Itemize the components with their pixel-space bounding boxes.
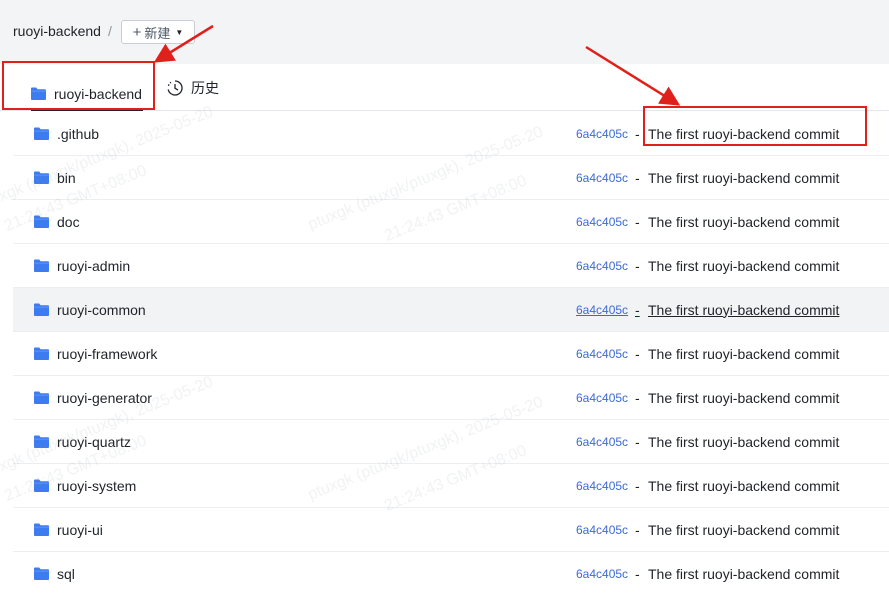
commit-message-link[interactable]: The first ruoyi-backend commit bbox=[648, 566, 839, 582]
folder-icon bbox=[34, 479, 49, 497]
caret-down-icon: ▼ bbox=[175, 27, 184, 37]
commit-message-link[interactable]: The first ruoyi-backend commit bbox=[648, 214, 839, 230]
commit-separator: - bbox=[635, 521, 640, 538]
commit-separator: - bbox=[635, 477, 640, 494]
commit-separator: - bbox=[635, 389, 640, 406]
commit-message-link[interactable]: The first ruoyi-backend commit bbox=[648, 522, 839, 538]
file-name-link[interactable]: doc bbox=[57, 214, 80, 230]
file-name-link[interactable]: ruoyi-admin bbox=[57, 258, 130, 274]
folder-icon bbox=[34, 127, 49, 145]
commit-separator: - bbox=[635, 433, 640, 450]
file-name-link[interactable]: sql bbox=[57, 566, 75, 582]
file-row[interactable]: ruoyi-common 6a4c405c - The first ruoyi-bac… bbox=[13, 288, 889, 332]
folder-icon bbox=[34, 303, 49, 321]
file-name-link[interactable]: ruoyi-common bbox=[57, 302, 146, 318]
file-row[interactable]: ruoyi-framework 6a4c405c - The first ruoyi-… bbox=[13, 332, 889, 376]
commit-hash-link[interactable]: 6a4c405c bbox=[576, 567, 628, 581]
folder-icon bbox=[31, 87, 46, 100]
commit-separator: - bbox=[635, 257, 640, 274]
file-name-link[interactable]: ruoyi-framework bbox=[57, 346, 157, 362]
file-name-link[interactable]: bin bbox=[57, 170, 76, 186]
commit-hash-link[interactable]: 6a4c405c bbox=[576, 127, 628, 141]
commit-message-link[interactable]: The first ruoyi-backend commit bbox=[648, 478, 839, 494]
commit-separator: - bbox=[635, 345, 640, 362]
active-tab-indicator bbox=[31, 109, 143, 111]
commit-hash-link[interactable]: 6a4c405c bbox=[576, 259, 628, 273]
file-row[interactable]: doc 6a4c405c - The first ruoyi-backend comm… bbox=[13, 200, 889, 244]
commit-hash-link[interactable]: 6a4c405c bbox=[576, 523, 628, 537]
file-name-link[interactable]: ruoyi-generator bbox=[57, 390, 152, 406]
folder-icon bbox=[34, 567, 49, 585]
tab-history-label: 历史 bbox=[191, 80, 219, 96]
folder-icon bbox=[34, 215, 49, 233]
file-name-link[interactable]: .github bbox=[57, 126, 99, 142]
commit-hash-link[interactable]: 6a4c405c bbox=[576, 435, 628, 449]
breadcrumb-repo-name[interactable]: ruoyi-backend bbox=[13, 23, 101, 39]
commit-separator: - bbox=[635, 301, 640, 318]
commit-message-link[interactable]: The first ruoyi-backend commit bbox=[648, 434, 839, 450]
new-button-label: 新建 bbox=[144, 25, 171, 41]
file-row[interactable]: ruoyi-ui 6a4c405c - The first ruoyi-backend… bbox=[13, 508, 889, 552]
history-clock-icon bbox=[167, 80, 183, 96]
file-row[interactable]: bin 6a4c405c - The first ruoyi-backend comm… bbox=[13, 156, 889, 200]
file-browser-panel: ruoyi-backend 历史 .github 6a4c405c - The fir… bbox=[0, 64, 889, 595]
tab-history[interactable]: 历史 bbox=[166, 76, 219, 100]
file-list: .github 6a4c405c - The first ruoyi-backend … bbox=[13, 112, 889, 595]
breadcrumb-separator: / bbox=[108, 23, 112, 39]
file-row[interactable]: ruoyi-system 6a4c405c - The first ruoyi-bac… bbox=[13, 464, 889, 508]
commit-message-link[interactable]: The first ruoyi-backend commit bbox=[648, 302, 839, 318]
top-bar: ruoyi-backend / + 新建 ▼ bbox=[0, 0, 889, 64]
file-row[interactable]: ruoyi-admin 6a4c405c - The first ruoyi-back… bbox=[13, 244, 889, 288]
commit-message-link[interactable]: The first ruoyi-backend commit bbox=[648, 390, 839, 406]
file-row[interactable]: ruoyi-quartz 6a4c405c - The first ruoyi-bac… bbox=[13, 420, 889, 464]
file-row[interactable]: .github 6a4c405c - The first ruoyi-backend … bbox=[13, 112, 889, 156]
folder-icon bbox=[34, 523, 49, 541]
commit-message-link[interactable]: The first ruoyi-backend commit bbox=[648, 346, 839, 362]
commit-message-link[interactable]: The first ruoyi-backend commit bbox=[648, 170, 839, 186]
commit-hash-link[interactable]: 6a4c405c bbox=[576, 171, 628, 185]
tab-files-label: ruoyi-backend bbox=[54, 85, 142, 102]
plus-icon: + bbox=[132, 23, 142, 41]
tab-bar: ruoyi-backend 历史 bbox=[0, 64, 889, 111]
commit-hash-link[interactable]: 6a4c405c bbox=[576, 303, 628, 317]
folder-icon bbox=[34, 391, 49, 409]
file-name-link[interactable]: ruoyi-ui bbox=[57, 522, 103, 538]
folder-icon bbox=[34, 171, 49, 189]
file-name-link[interactable]: ruoyi-system bbox=[57, 478, 136, 494]
commit-separator: - bbox=[635, 565, 640, 582]
tab-files[interactable]: ruoyi-backend bbox=[31, 76, 142, 111]
file-row[interactable]: ruoyi-generator 6a4c405c - The first ruoyi-… bbox=[13, 376, 889, 420]
commit-separator: - bbox=[635, 125, 640, 142]
file-name-link[interactable]: ruoyi-quartz bbox=[57, 434, 131, 450]
commit-separator: - bbox=[635, 169, 640, 186]
file-row[interactable]: sql 6a4c405c - The first ruoyi-backend comm… bbox=[13, 552, 889, 595]
folder-icon bbox=[34, 435, 49, 453]
commit-separator: - bbox=[635, 213, 640, 230]
commit-hash-link[interactable]: 6a4c405c bbox=[576, 215, 628, 229]
commit-hash-link[interactable]: 6a4c405c bbox=[576, 347, 628, 361]
commit-hash-link[interactable]: 6a4c405c bbox=[576, 479, 628, 493]
commit-hash-link[interactable]: 6a4c405c bbox=[576, 391, 628, 405]
new-dropdown-button[interactable]: + 新建 ▼ bbox=[121, 20, 195, 44]
commit-message-link[interactable]: The first ruoyi-backend commit bbox=[648, 258, 839, 274]
folder-icon bbox=[34, 259, 49, 277]
commit-message-link[interactable]: The first ruoyi-backend commit bbox=[648, 126, 839, 142]
folder-icon bbox=[34, 347, 49, 365]
